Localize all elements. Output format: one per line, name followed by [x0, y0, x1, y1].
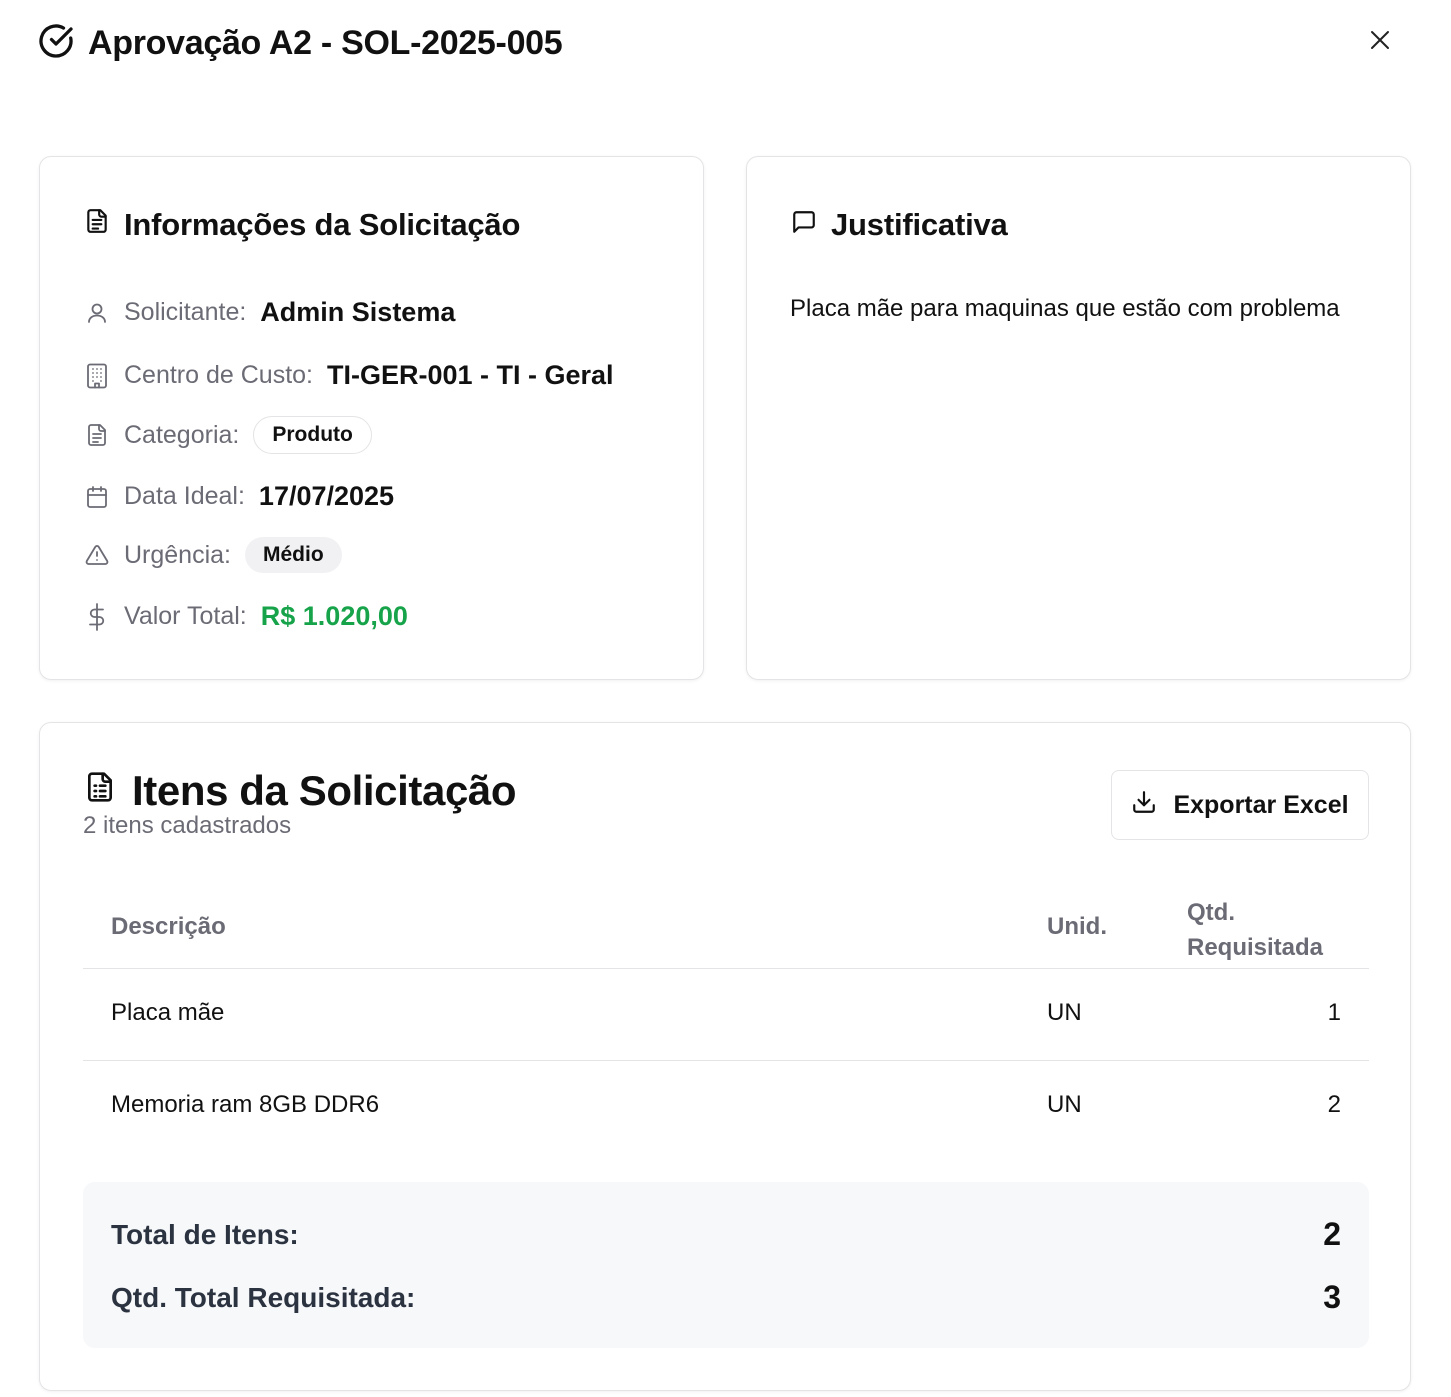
- table-row: Placa mãe UN 1: [83, 969, 1369, 1061]
- request-items-card: Itens da Solicitação 2 itens cadastrados…: [39, 722, 1411, 1391]
- building-icon: [84, 363, 110, 389]
- ideal-date-value: 17/07/2025: [258, 481, 395, 511]
- justification-card: Justificativa Placa mãe para maquinas qu…: [746, 156, 1411, 680]
- file-text-icon: [84, 422, 110, 448]
- cost-center-label: Centro de Custo:: [124, 361, 313, 389]
- total-items-row: Total de Itens: 2: [111, 1216, 1341, 1253]
- items-table-header: Descrição Unid. Qtd. Requisitada: [83, 891, 1369, 969]
- column-header-qty: Qtd. Requisitada: [1187, 899, 1324, 961]
- ideal-date-row: Data Ideal: 17/07/2025: [84, 481, 394, 512]
- total-value-label: Valor Total:: [124, 602, 247, 630]
- requester-label: Solicitante:: [124, 298, 247, 326]
- export-excel-button[interactable]: Exportar Excel: [1111, 770, 1369, 840]
- cell-unit: UN: [1047, 1091, 1082, 1118]
- category-row: Categoria: Produto: [84, 416, 372, 454]
- table-row: Memoria ram 8GB DDR6 UN 2: [83, 1061, 1369, 1153]
- calendar-icon: [84, 484, 110, 510]
- alert-triangle-icon: [84, 542, 110, 568]
- urgency-label: Urgência:: [124, 540, 231, 569]
- total-items-value: 2: [1323, 1216, 1341, 1252]
- dialog-header: Aprovação A2 - SOL-2025-005: [38, 22, 563, 64]
- dialog-title: Aprovação A2 - SOL-2025-005: [88, 23, 563, 62]
- cell-description: Placa mãe: [111, 999, 225, 1026]
- totals-summary: Total de Itens: 2 Qtd. Total Requisitada…: [83, 1182, 1369, 1348]
- category-badge: Produto: [253, 416, 372, 454]
- items-title: Itens da Solicitação: [84, 767, 517, 815]
- ideal-date-label: Data Ideal:: [124, 482, 245, 510]
- total-qty-row: Qtd. Total Requisitada: 3: [111, 1279, 1341, 1316]
- export-excel-label[interactable]: Exportar Excel: [1173, 791, 1348, 820]
- total-qty-label: Qtd. Total Requisitada:: [111, 1281, 416, 1313]
- cost-center-row: Centro de Custo: TI-GER-001 - TI - Geral: [84, 360, 614, 391]
- justification-text: Placa mãe para maquinas que estão com pr…: [790, 295, 1340, 322]
- requester-row: Solicitante: Admin Sistema: [84, 297, 455, 328]
- requester-value: Admin Sistema: [260, 297, 456, 327]
- total-qty-value: 3: [1323, 1279, 1341, 1315]
- request-info-title: Informações da Solicitação: [84, 207, 520, 243]
- urgency-row: Urgência: Médio: [84, 537, 342, 573]
- column-header-unit: Unid.: [1047, 913, 1107, 940]
- dollar-sign-icon: [84, 602, 110, 631]
- download-icon[interactable]: [1131, 789, 1157, 822]
- close-button[interactable]: [1362, 24, 1398, 60]
- cell-qty: 1: [1327, 999, 1341, 1026]
- file-text-icon: [84, 207, 110, 243]
- urgency-badge: Médio: [245, 537, 342, 573]
- total-items-label: Total de Itens:: [111, 1218, 299, 1250]
- items-count: 2 itens cadastrados: [83, 812, 292, 839]
- request-info-card: Informações da Solicitação Solicitante: …: [39, 156, 704, 680]
- user-icon: [84, 300, 110, 326]
- cost-center-value: TI-GER-001 - TI - Geral: [327, 360, 614, 390]
- justification-title: Justificativa: [791, 207, 1008, 243]
- file-text-icon: [84, 767, 116, 815]
- message-square-icon: [791, 207, 817, 243]
- close-icon[interactable]: [1368, 28, 1392, 57]
- column-header-description: Descrição: [111, 913, 226, 940]
- cell-qty: 2: [1327, 1091, 1341, 1118]
- check-circle-icon: [38, 23, 74, 64]
- category-label: Categoria:: [124, 420, 240, 449]
- total-value-row: Valor Total: R$ 1.020,00: [84, 601, 408, 632]
- total-value: R$ 1.020,00: [260, 601, 408, 631]
- cell-description: Memoria ram 8GB DDR6: [111, 1091, 380, 1118]
- cell-unit: UN: [1047, 999, 1082, 1026]
